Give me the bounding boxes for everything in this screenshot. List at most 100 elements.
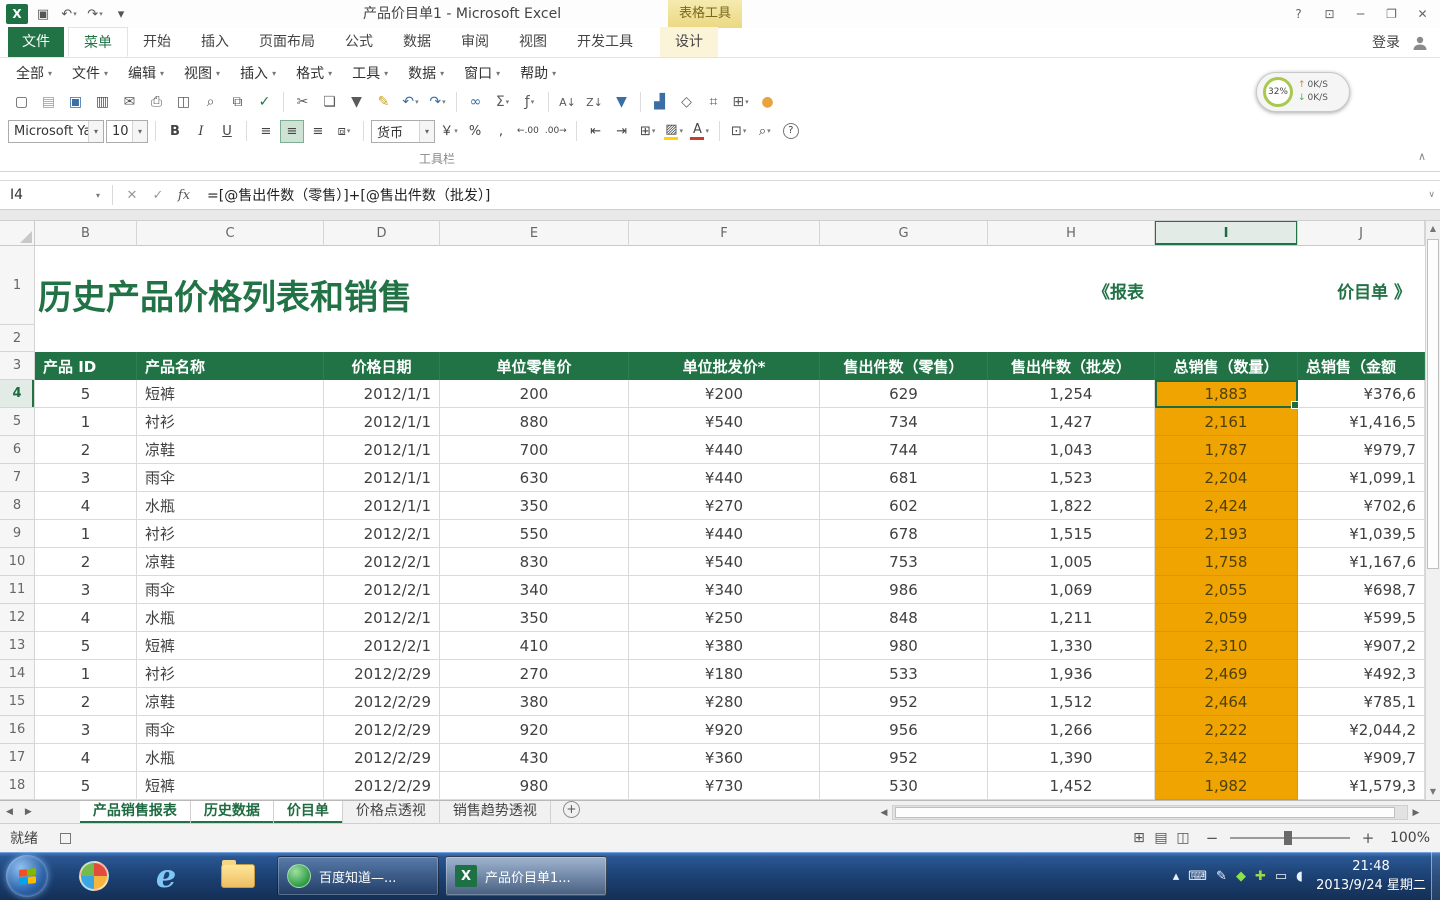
cell-D4[interactable]: 2012/1/1 <box>324 380 440 408</box>
cell-B6[interactable]: 2 <box>35 436 137 464</box>
horizontal-scroll-thumb[interactable] <box>895 807 1395 818</box>
comma-style-button[interactable]: , <box>489 120 513 143</box>
cell-D15[interactable]: 2012/2/29 <box>324 688 440 716</box>
table-header-E[interactable]: 单位零售价 <box>440 352 629 380</box>
cell-E12[interactable]: 350 <box>440 604 629 632</box>
sheet-nav-right-icon[interactable]: ▶ <box>19 807 38 817</box>
cell-I12[interactable]: 2,059 <box>1155 604 1298 632</box>
cell-F11[interactable]: ¥340 <box>629 576 820 604</box>
cell-J14[interactable]: ¥492,3 <box>1298 660 1425 688</box>
cell-D13[interactable]: 2012/2/1 <box>324 632 440 660</box>
export-button[interactable]: ▥ <box>90 90 115 114</box>
select-all-corner[interactable] <box>0 221 35 246</box>
cell-F13[interactable]: ¥380 <box>629 632 820 660</box>
cell-J17[interactable]: ¥909,7 <box>1298 744 1425 772</box>
cell-J16[interactable]: ¥2,044,2 <box>1298 716 1425 744</box>
minimize-button[interactable]: ─ <box>1345 0 1376 27</box>
cell-G12[interactable]: 848 <box>820 604 988 632</box>
zoom-slider-thumb[interactable] <box>1284 831 1292 845</box>
cell-F4[interactable]: ¥200 <box>629 380 820 408</box>
cell-H7[interactable]: 1,523 <box>988 464 1155 492</box>
comment-button[interactable]: ● <box>755 90 780 114</box>
increase-decimal-button[interactable]: ←.00 <box>515 120 541 143</box>
zoom-level[interactable]: 100% <box>1386 830 1430 846</box>
cell-B16[interactable]: 3 <box>35 716 137 744</box>
horizontal-scrollbar[interactable]: ◀ ▶ <box>876 804 1424 821</box>
row-header-2[interactable]: 2 <box>0 325 35 352</box>
print-button[interactable]: ⎙ <box>144 90 169 114</box>
cell-J6[interactable]: ¥979,7 <box>1298 436 1425 464</box>
table-button[interactable]: ⌗ <box>701 90 726 114</box>
cell-I6[interactable]: 1,787 <box>1155 436 1298 464</box>
cell-G10[interactable]: 753 <box>820 548 988 576</box>
shapes-button[interactable]: ◇ <box>674 90 699 114</box>
cell-B17[interactable]: 4 <box>35 744 137 772</box>
ribbon-tab-页面布局[interactable]: 页面布局 <box>244 27 330 57</box>
cell-E4[interactable]: 200 <box>440 380 629 408</box>
cell-F17[interactable]: ¥360 <box>629 744 820 772</box>
table-header-J[interactable]: 总销售（金额 <box>1298 352 1425 380</box>
cell-E5[interactable]: 880 <box>440 408 629 436</box>
cell-E7[interactable]: 630 <box>440 464 629 492</box>
table-header-B[interactable]: 产品 ID <box>35 352 137 380</box>
font-size-combo[interactable]: 10▾ <box>106 120 148 143</box>
pen-input-icon[interactable]: ✎ <box>1216 869 1227 884</box>
ribbon-tab-设计[interactable]: 设计 <box>660 27 718 57</box>
network-icon[interactable]: ▭ <box>1275 869 1287 884</box>
ribbon-tab-数据[interactable]: 数据 <box>388 27 446 57</box>
cell-B8[interactable]: 4 <box>35 492 137 520</box>
sheet-nav-left-icon[interactable]: ◀ <box>0 807 19 817</box>
cell-C13[interactable]: 短裤 <box>137 632 324 660</box>
cell-C4[interactable]: 短裤 <box>137 380 324 408</box>
cell-G15[interactable]: 952 <box>820 688 988 716</box>
cell-F18[interactable]: ¥730 <box>629 772 820 800</box>
cell-F12[interactable]: ¥250 <box>629 604 820 632</box>
cell-B10[interactable]: 2 <box>35 548 137 576</box>
number-format-combo-dropdown-icon[interactable]: ▾ <box>419 121 434 142</box>
cell-E6[interactable]: 700 <box>440 436 629 464</box>
help-button[interactable]: ? <box>779 120 803 143</box>
row-header-13[interactable]: 13 <box>0 632 35 660</box>
merge-center-button[interactable]: ⧈▾ <box>332 120 356 143</box>
cell-H17[interactable]: 1,390 <box>988 744 1155 772</box>
scroll-up-icon[interactable]: ▲ <box>1426 221 1440 237</box>
font-name-combo[interactable]: Microsoft Ya▾ <box>8 120 104 143</box>
align-left-button[interactable]: ≡ <box>254 120 278 143</box>
ribbon-tab-file[interactable]: 文件 <box>8 27 64 57</box>
font-name-combo-dropdown-icon[interactable]: ▾ <box>88 121 103 142</box>
expand-formula-bar-icon[interactable]: ∨ <box>1428 190 1435 200</box>
italic-button[interactable]: I <box>189 120 213 143</box>
menu-窗口[interactable]: 窗口▾ <box>454 60 510 86</box>
cell-C11[interactable]: 雨伞 <box>137 576 324 604</box>
cell-C17[interactable]: 水瓶 <box>137 744 324 772</box>
cell-F15[interactable]: ¥280 <box>629 688 820 716</box>
scroll-right-icon[interactable]: ▶ <box>1408 808 1424 818</box>
chart-button[interactable]: ▟ <box>647 90 672 114</box>
new-sheet-button[interactable]: + <box>563 801 580 818</box>
cell-H9[interactable]: 1,515 <box>988 520 1155 548</box>
cell-D9[interactable]: 2012/2/1 <box>324 520 440 548</box>
zoom-out-button[interactable]: − <box>1204 829 1220 847</box>
cell-E18[interactable]: 980 <box>440 772 629 800</box>
copy-button[interactable]: ❏ <box>317 90 342 114</box>
name-box[interactable]: I4 <box>0 181 96 209</box>
start-button[interactable] <box>6 855 48 897</box>
cell-C7[interactable]: 雨伞 <box>137 464 324 492</box>
cell-H8[interactable]: 1,822 <box>988 492 1155 520</box>
taskbar-window-产品价目单1...[interactable]: X产品价目单1... <box>445 856 607 896</box>
cell-C15[interactable]: 凉鞋 <box>137 688 324 716</box>
cell-I15[interactable]: 2,464 <box>1155 688 1298 716</box>
cell-D10[interactable]: 2012/2/1 <box>324 548 440 576</box>
ribbon-tab-插入[interactable]: 插入 <box>186 27 244 57</box>
taskbar-clock[interactable]: 21:48 2013/9/24 星期二 <box>1311 857 1431 896</box>
cell-J7[interactable]: ¥1,099,1 <box>1298 464 1425 492</box>
cancel-entry-icon[interactable]: ✕ <box>119 188 145 203</box>
cell-C10[interactable]: 凉鞋 <box>137 548 324 576</box>
cell-C18[interactable]: 短裤 <box>137 772 324 800</box>
folder-icon[interactable] <box>216 854 260 898</box>
cell-H6[interactable]: 1,043 <box>988 436 1155 464</box>
cut-button[interactable]: ✂ <box>290 90 315 114</box>
cell-H4[interactable]: 1,254 <box>988 380 1155 408</box>
cell-I7[interactable]: 2,204 <box>1155 464 1298 492</box>
cell-B7[interactable]: 3 <box>35 464 137 492</box>
